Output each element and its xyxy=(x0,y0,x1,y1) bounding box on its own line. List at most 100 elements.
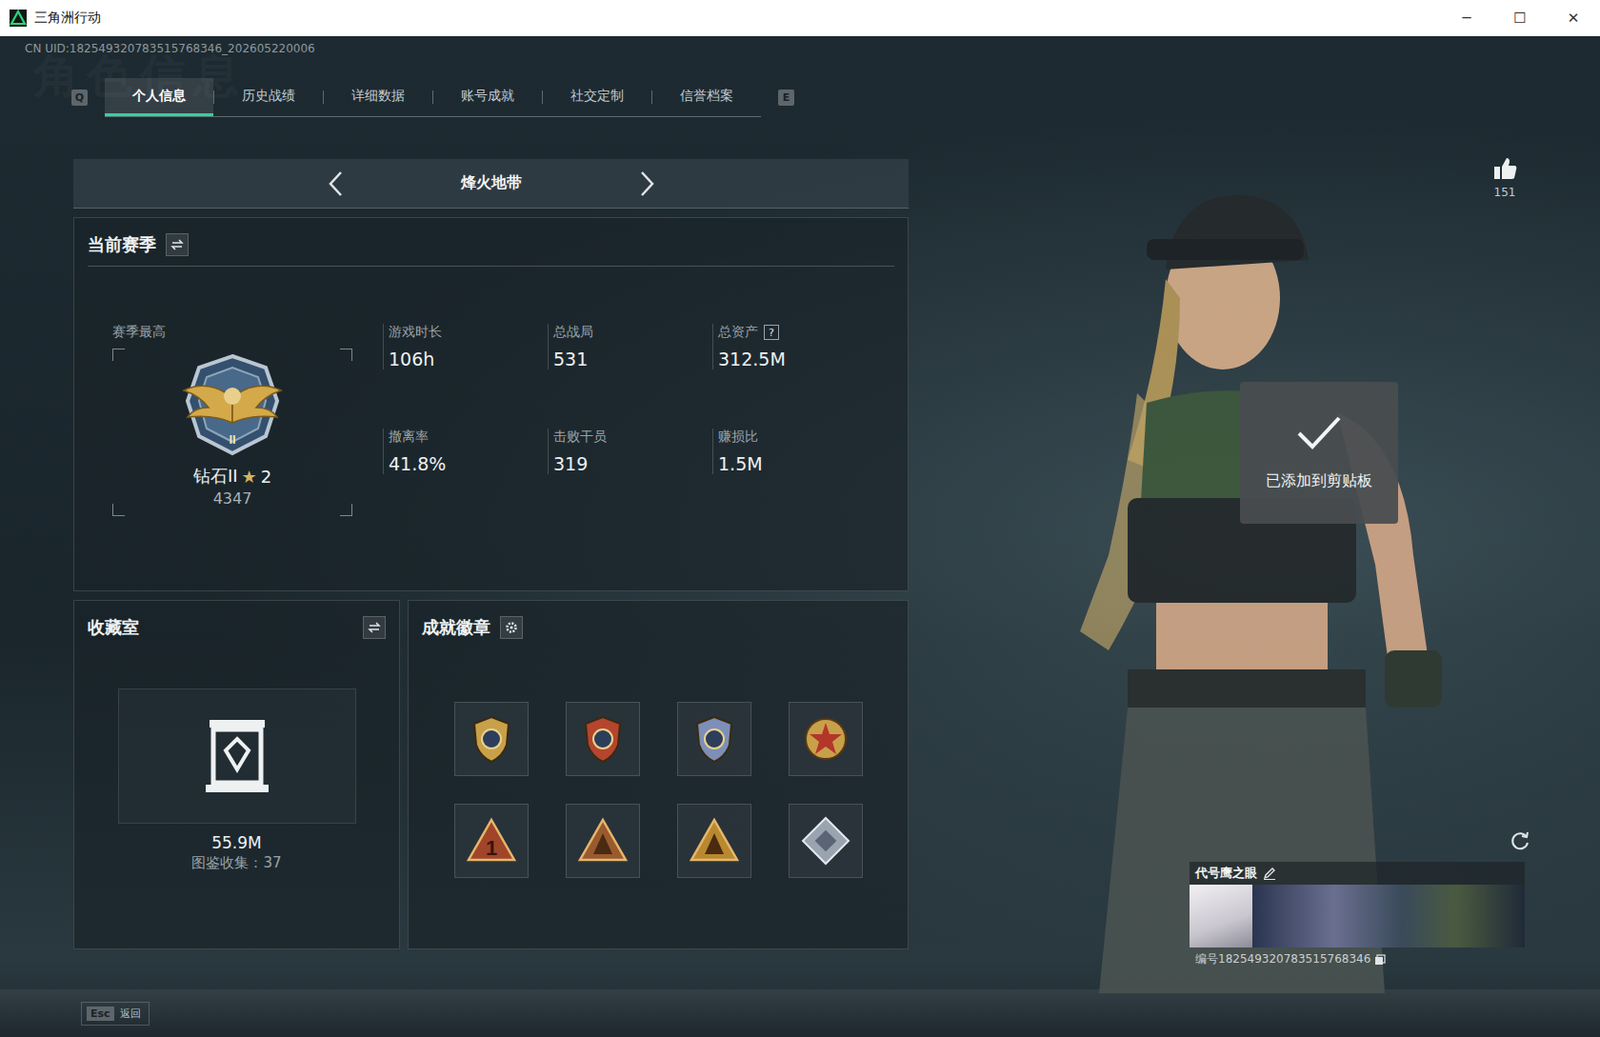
window-control-button[interactable]: ☐ xyxy=(1493,0,1547,37)
stat-label: 击败干员 xyxy=(553,428,607,446)
gear-icon xyxy=(504,620,519,635)
next-mode-icon[interactable] xyxy=(636,169,658,199)
rank-score: 4347 xyxy=(213,489,253,508)
help-icon[interactable]: ? xyxy=(763,324,780,340)
stat-label: 撤离率 xyxy=(388,428,429,446)
prev-tab-key[interactable]: Q xyxy=(71,89,88,106)
season-header: 当前赛季 xyxy=(87,218,895,267)
window-control-button[interactable]: ✕ xyxy=(1546,0,1600,37)
achievement-badge[interactable] xyxy=(454,701,529,777)
collection-value: 55.9M xyxy=(211,833,262,853)
achievement-badge[interactable] xyxy=(788,701,863,777)
swap-button[interactable] xyxy=(165,233,189,257)
toast-text: 已添加到剪贴板 xyxy=(1265,471,1373,492)
stat-value: 312.5M xyxy=(718,348,878,370)
stat-item: 赚损比 1.5M xyxy=(712,428,878,475)
stat-value: 41.8% xyxy=(388,453,548,475)
back-button[interactable]: Esc 返回 xyxy=(80,1001,150,1026)
tab[interactable]: 个人信息 xyxy=(104,78,214,117)
stat-label: 总资产 xyxy=(718,323,759,341)
like-counter[interactable]: 151 xyxy=(1491,155,1519,200)
avatar-image[interactable] xyxy=(1189,884,1253,948)
like-count: 151 xyxy=(1494,185,1517,200)
display-case-icon xyxy=(203,716,271,797)
badge-icon xyxy=(464,712,519,766)
stat-label: 总战局 xyxy=(553,323,594,341)
achievement-badge[interactable] xyxy=(565,701,640,777)
next-tab-key[interactable]: E xyxy=(778,89,795,106)
stat-item: 游戏时长 106h xyxy=(382,323,548,370)
tab-separator xyxy=(213,90,215,104)
thumbs-up-icon xyxy=(1491,155,1519,182)
stat-value: 106h xyxy=(388,348,548,370)
tab[interactable]: 历史战绩 xyxy=(214,78,323,117)
rank-star-icon: ★ xyxy=(241,466,258,487)
stat-value: 1.5M xyxy=(718,453,878,475)
window-control-button[interactable]: ─ xyxy=(1440,0,1494,37)
collection-title: 收藏室 xyxy=(87,616,140,640)
badge-icon xyxy=(687,814,741,868)
stat-label: 赚损比 xyxy=(718,428,759,446)
stat-value: 531 xyxy=(553,348,713,370)
collection-panel: 收藏室 55.9M 图鉴收集：37 xyxy=(73,600,400,950)
achievement-badge[interactable] xyxy=(677,701,752,777)
banner-image xyxy=(1252,884,1525,948)
window-title: 三角洲行动 xyxy=(34,9,101,27)
name-card-banner[interactable] xyxy=(1189,884,1525,948)
settings-button[interactable] xyxy=(500,616,523,640)
stat-item: 击败干员 319 xyxy=(547,428,713,475)
footer-bar: Esc 返回 xyxy=(0,989,1600,1037)
stats-grid: 游戏时长 106h总战局 531总资产 ? 312.5M撤离率 41.8%击败干… xyxy=(382,323,878,517)
tab-separator xyxy=(432,90,434,104)
badge-icon xyxy=(576,814,630,868)
rank-frame: II 钻石II ★ 2 4347 xyxy=(112,348,353,517)
tab-separator xyxy=(541,90,543,104)
tab-separator xyxy=(322,90,324,104)
tabs: 个人信息 历史战绩 详细数据 账号成就 社交定制 信誉档案 xyxy=(104,78,761,118)
stat-label: 游戏时长 xyxy=(388,323,442,341)
esc-key: Esc xyxy=(86,1006,115,1021)
tab[interactable]: 信誉档案 xyxy=(652,78,761,117)
prev-mode-icon[interactable] xyxy=(325,169,347,199)
svg-text:1: 1 xyxy=(485,836,498,860)
tab[interactable]: 社交定制 xyxy=(542,78,652,117)
badge-grid: 1 xyxy=(408,648,908,879)
tab[interactable]: 账号成就 xyxy=(433,78,542,117)
stat-item: 撤离率 41.8% xyxy=(382,428,548,475)
stat-item: 总战局 531 xyxy=(547,323,713,370)
achievement-badge[interactable]: 1 xyxy=(454,803,529,879)
season-panel: 当前赛季 赛季最高 II 钻石II ★ 2 4347 游戏时长 106h总战局 … xyxy=(73,217,909,592)
badge-icon xyxy=(687,712,741,766)
check-icon xyxy=(1295,414,1343,453)
tab[interactable]: 详细数据 xyxy=(323,78,433,117)
app-logo-icon xyxy=(9,9,27,27)
rank-name: 钻石II ★ 2 xyxy=(193,464,272,488)
achievement-badge[interactable] xyxy=(677,803,752,879)
collection-caption: 图鉴收集：37 xyxy=(191,854,281,873)
badge-icon: 1 xyxy=(464,814,519,868)
rotate-icon[interactable] xyxy=(1508,829,1532,853)
achievements-panel: 成就徽章 1 xyxy=(407,600,909,950)
edit-icon[interactable] xyxy=(1262,866,1277,880)
showcase-frame[interactable] xyxy=(118,688,357,824)
game-screen: 角色信息 CN UID:182549320783515768346_202605… xyxy=(0,36,1600,1037)
mode-label: 烽火地带 xyxy=(460,173,522,194)
stat-item: 总资产 ? 312.5M xyxy=(712,323,878,370)
uid-text: CN UID:182549320783515768346_20260522000… xyxy=(0,36,1600,56)
swap-button[interactable] xyxy=(362,616,386,640)
player-id: 编号182549320783515768346 xyxy=(1195,951,1371,968)
window-controls: ─☐✕ xyxy=(1440,0,1600,37)
season-title: 当前赛季 xyxy=(87,233,157,257)
achievement-badge[interactable] xyxy=(565,803,640,879)
tab-separator xyxy=(651,90,653,104)
copy-icon[interactable] xyxy=(1374,954,1386,966)
character-stage: 151 已添加到剪贴板 代号鹰之眼 编号18254932078351576834… xyxy=(908,117,1600,990)
left-column: 烽火地带 当前赛季 赛季最高 II 钻石II ★ 2 4347 游戏时长 106… xyxy=(73,159,909,990)
swap-icon xyxy=(170,238,184,252)
best-label: 赛季最高 xyxy=(112,323,353,341)
badge-icon xyxy=(799,712,853,766)
rank-block: 赛季最高 II 钻石II ★ 2 4347 xyxy=(112,323,353,517)
swap-icon xyxy=(367,620,381,635)
rank-badge-icon: II xyxy=(170,348,295,465)
achievement-badge[interactable] xyxy=(788,803,863,879)
